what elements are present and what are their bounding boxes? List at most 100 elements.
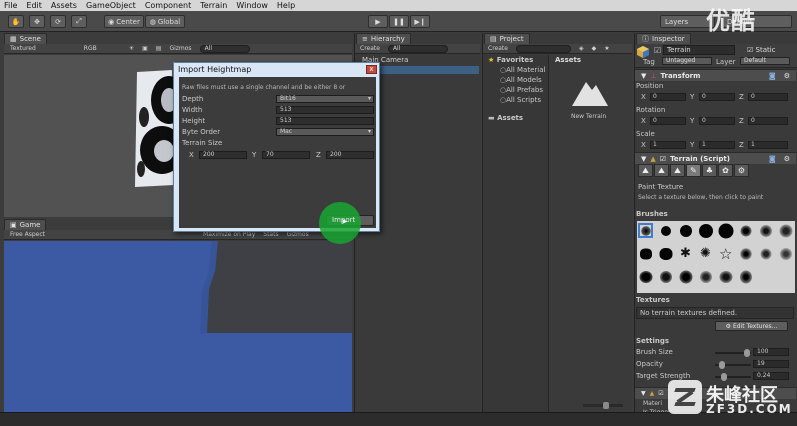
- game-viewport[interactable]: [4, 241, 352, 412]
- brush-cloud-f[interactable]: [738, 269, 753, 284]
- width-field[interactable]: 513: [276, 106, 374, 114]
- brush-size-field[interactable]: 100: [753, 348, 789, 356]
- position-x-field[interactable]: 0: [650, 93, 686, 101]
- size-y-field[interactable]: 70: [262, 151, 310, 159]
- stats-toggle[interactable]: Stats: [263, 231, 278, 238]
- paint-details-tool[interactable]: ✿: [718, 164, 733, 177]
- layer-dropdown[interactable]: Default: [740, 57, 790, 65]
- brush-sparkle[interactable]: ✱: [678, 246, 693, 261]
- pivot-global-button[interactable]: ◍ Global: [145, 15, 185, 28]
- step-button[interactable]: ▶❙: [410, 15, 430, 28]
- brush-star[interactable]: ☆: [718, 245, 733, 263]
- scale-y-field[interactable]: 1: [699, 141, 735, 149]
- byte-order-dropdown[interactable]: Mac ▾: [276, 128, 374, 136]
- enabled-checkbox[interactable]: ☑: [658, 390, 663, 397]
- enabled-checkbox[interactable]: ☑: [660, 155, 666, 163]
- brush-cloud-d[interactable]: [698, 269, 713, 284]
- menu-window[interactable]: Window: [236, 1, 268, 10]
- scale-z-field[interactable]: 1: [748, 141, 788, 149]
- favorites-folder[interactable]: ★ Favorites: [488, 56, 533, 64]
- 2d-toggle-icon[interactable]: ☀: [129, 45, 134, 52]
- menu-help[interactable]: Help: [277, 1, 295, 10]
- brush-noise-b[interactable]: [758, 246, 773, 261]
- favorite-star-icon[interactable]: ★: [604, 45, 609, 52]
- rotation-z-field[interactable]: 0: [748, 117, 788, 125]
- menu-terrain[interactable]: Terrain: [200, 1, 227, 10]
- aspect-dropdown[interactable]: Free Aspect: [10, 231, 45, 238]
- project-zoom-slider[interactable]: [583, 402, 623, 409]
- target-strength-slider[interactable]: [715, 373, 751, 381]
- brush-round-medium[interactable]: [678, 223, 693, 238]
- opacity-field[interactable]: 19: [753, 360, 789, 368]
- tab-game[interactable]: ▣ Game: [4, 219, 47, 230]
- scene-gizmos-dropdown[interactable]: Gizmos: [169, 45, 191, 52]
- terrain-script-header[interactable]: ▼ ▲ ☑ Terrain (Script) ◙ ⚙: [635, 152, 796, 164]
- effects-toggle-icon[interactable]: ▤: [156, 45, 162, 52]
- terrain-asset-icon[interactable]: [570, 76, 610, 108]
- tab-scene[interactable]: ▦ Scene: [4, 33, 47, 44]
- assets-folder[interactable]: ▬ Assets: [488, 114, 523, 122]
- brush-cloud-a[interactable]: [638, 269, 653, 284]
- favorite-item[interactable]: ○All Scripts: [500, 96, 541, 104]
- filter-type-icon[interactable]: ◈: [579, 45, 584, 52]
- depth-dropdown[interactable]: Bit16 ▾: [276, 95, 374, 103]
- brush-round-small[interactable]: [658, 223, 673, 238]
- tag-dropdown[interactable]: Untagged: [662, 57, 712, 65]
- brush-noise-a[interactable]: [738, 246, 753, 261]
- opacity-thumb[interactable]: [718, 361, 725, 369]
- brush-round-xlarge[interactable]: [718, 223, 733, 238]
- render-channel-dropdown[interactable]: RGB: [84, 45, 97, 52]
- help-icon[interactable]: ◙: [769, 72, 776, 80]
- brush-size-thumb[interactable]: [744, 349, 751, 357]
- pause-button[interactable]: ❚❚: [389, 15, 409, 28]
- terrain-settings-tool[interactable]: ⚙: [734, 164, 749, 177]
- object-name-field[interactable]: Terrain: [663, 45, 735, 55]
- size-x-field[interactable]: 200: [199, 151, 247, 159]
- brush-round-large[interactable]: [698, 223, 713, 238]
- brush-noise-c[interactable]: [778, 246, 793, 261]
- brush-rock[interactable]: [638, 246, 653, 261]
- smooth-height-tool[interactable]: ⛰: [670, 164, 685, 177]
- position-z-field[interactable]: 0: [748, 93, 788, 101]
- transform-header[interactable]: ▼ ⊥ Transform ◙ ⚙: [635, 69, 796, 81]
- project-zoom-thumb[interactable]: [603, 402, 609, 409]
- brush-scatter-a[interactable]: [738, 223, 753, 238]
- menu-assets[interactable]: Assets: [51, 1, 77, 10]
- hierarchy-search-input[interactable]: All: [387, 44, 448, 53]
- play-button[interactable]: ▶: [368, 15, 388, 28]
- hand-tool-button[interactable]: ✋: [8, 15, 24, 28]
- audio-toggle-icon[interactable]: ▣: [142, 45, 148, 52]
- brush-scatter-c[interactable]: [778, 223, 793, 238]
- size-z-field[interactable]: 200: [326, 151, 374, 159]
- scene-search-input[interactable]: All: [199, 44, 250, 53]
- rotation-y-field[interactable]: 0: [699, 117, 735, 125]
- paint-texture-tool[interactable]: ✎: [686, 164, 701, 177]
- paint-height-tool[interactable]: ⛰: [654, 164, 669, 177]
- edit-textures-button[interactable]: ⚙ Edit Textures...: [715, 321, 788, 331]
- opacity-slider[interactable]: [715, 361, 751, 369]
- move-tool-button[interactable]: ✥: [29, 15, 45, 28]
- brush-cloud-c[interactable]: [678, 269, 693, 284]
- tab-project[interactable]: ▤ Project: [484, 33, 530, 44]
- menu-edit[interactable]: Edit: [26, 1, 42, 10]
- active-checkbox[interactable]: ☑: [654, 46, 661, 55]
- dialog-close-button[interactable]: x: [366, 65, 377, 74]
- static-checkbox[interactable]: ☑ Static: [747, 46, 776, 54]
- scale-x-field[interactable]: 1: [650, 141, 686, 149]
- component-gear-icon[interactable]: ⚙: [784, 155, 790, 163]
- rotate-tool-button[interactable]: ⟳: [50, 15, 66, 28]
- project-create-dropdown[interactable]: Create: [488, 45, 508, 52]
- filter-label-icon[interactable]: ◆: [592, 45, 597, 52]
- brush-burst[interactable]: ✺: [698, 246, 713, 261]
- pivot-center-button[interactable]: ◉ Center: [104, 15, 144, 28]
- help-icon[interactable]: ◙: [769, 155, 776, 163]
- brush-size-slider[interactable]: [715, 349, 751, 357]
- favorite-item[interactable]: ○All Models: [500, 76, 542, 84]
- maximize-on-play-toggle[interactable]: Maximize on Play: [203, 231, 255, 238]
- brush-blob[interactable]: [658, 246, 673, 261]
- brush-cloud-b[interactable]: [658, 269, 673, 284]
- place-trees-tool[interactable]: ♣: [702, 164, 717, 177]
- raise-lower-tool[interactable]: ⛰: [638, 164, 653, 177]
- brush-cloud-e[interactable]: [718, 269, 733, 284]
- terrain-asset-label[interactable]: New Terrain: [571, 113, 606, 120]
